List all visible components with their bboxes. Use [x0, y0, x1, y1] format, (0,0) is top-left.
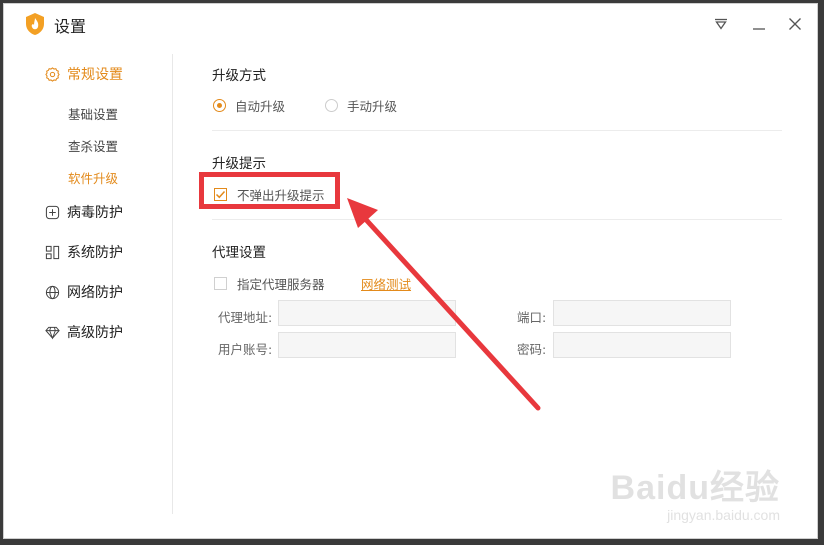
watermark-main: Baidu经验 [610, 469, 780, 507]
section-divider [212, 130, 782, 131]
sidebar-item-label: 系统防护 [67, 245, 123, 261]
sidebar-item-system-protection[interactable]: 系统防护 [44, 240, 123, 264]
watermark: Baidu经验 jingyan.baidu.com [611, 460, 780, 523]
radio-label: 手动升级 [347, 99, 398, 114]
user-account-input[interactable] [278, 332, 456, 358]
sidebar-subitem-basic-settings[interactable]: 基础设置 [68, 104, 118, 123]
watermark-sub: jingyan.baidu.com [667, 507, 780, 523]
proxy-address-input[interactable] [278, 300, 456, 326]
sidebar-subitem-scan-settings[interactable]: 查杀设置 [68, 136, 118, 155]
sidebar-item-advanced-protection[interactable]: 高级防护 [44, 320, 123, 344]
annotation-highlight-box [199, 172, 340, 209]
menu-triangle-icon [715, 18, 727, 30]
radio-manual-upgrade[interactable]: 手动升级 [325, 96, 397, 115]
sidebar-item-virus-protection[interactable]: 病毒防护 [44, 200, 123, 224]
section-divider [212, 219, 782, 220]
password-label: 密码: [517, 342, 547, 357]
checkbox-label: 指定代理服务器 [237, 277, 325, 292]
sidebar-item-network-protection[interactable]: 网络防护 [44, 280, 123, 304]
close-button[interactable] [781, 10, 809, 38]
title-bar: 设置 [4, 4, 817, 42]
diamond-icon [44, 324, 60, 340]
checkbox-box [214, 277, 227, 290]
app-logo-icon [24, 12, 46, 36]
sidebar-item-label: 常规设置 [67, 67, 123, 83]
gear-icon [44, 66, 60, 82]
sidebar-subitem-software-upgrade[interactable]: 软件升级 [68, 168, 118, 187]
network-test-link[interactable]: 网络测试 [361, 274, 411, 293]
grid-icon [44, 244, 60, 260]
plus-box-icon [44, 204, 60, 220]
password-input[interactable] [553, 332, 731, 358]
radio-circle [325, 99, 338, 112]
port-label: 端口: [517, 310, 547, 325]
settings-window: 设置 常规设置 基础设置 查杀设置 软件升级 病毒防护 系统防护 网络防护 高级… [3, 3, 818, 539]
port-input[interactable] [553, 300, 731, 326]
user-account-label: 用户账号: [218, 342, 273, 357]
sidebar-item-label: 病毒防护 [67, 205, 123, 221]
upgrade-notice-title: 升级提示 [212, 156, 266, 172]
window-title: 设置 [54, 17, 87, 36]
minimize-icon [753, 28, 765, 30]
close-icon [789, 18, 801, 30]
globe-icon [44, 284, 60, 300]
radio-label: 自动升级 [235, 99, 286, 114]
specify-proxy-checkbox[interactable]: 指定代理服务器 [214, 274, 325, 293]
menu-dropdown-button[interactable] [707, 10, 735, 38]
radio-circle [213, 99, 226, 112]
sidebar-item-general-settings[interactable]: 常规设置 [44, 62, 123, 86]
sidebar-item-label: 网络防护 [67, 285, 123, 301]
proxy-address-label: 代理地址: [218, 310, 273, 325]
proxy-settings-title: 代理设置 [212, 245, 266, 261]
minimize-button[interactable] [745, 10, 773, 38]
upgrade-method-title: 升级方式 [212, 68, 266, 84]
sidebar-item-label: 高级防护 [67, 325, 123, 341]
radio-auto-upgrade[interactable]: 自动升级 [213, 96, 285, 115]
sidebar-divider [172, 54, 173, 514]
sidebar: 常规设置 基础设置 查杀设置 软件升级 病毒防护 系统防护 网络防护 高级防护 [4, 42, 172, 538]
